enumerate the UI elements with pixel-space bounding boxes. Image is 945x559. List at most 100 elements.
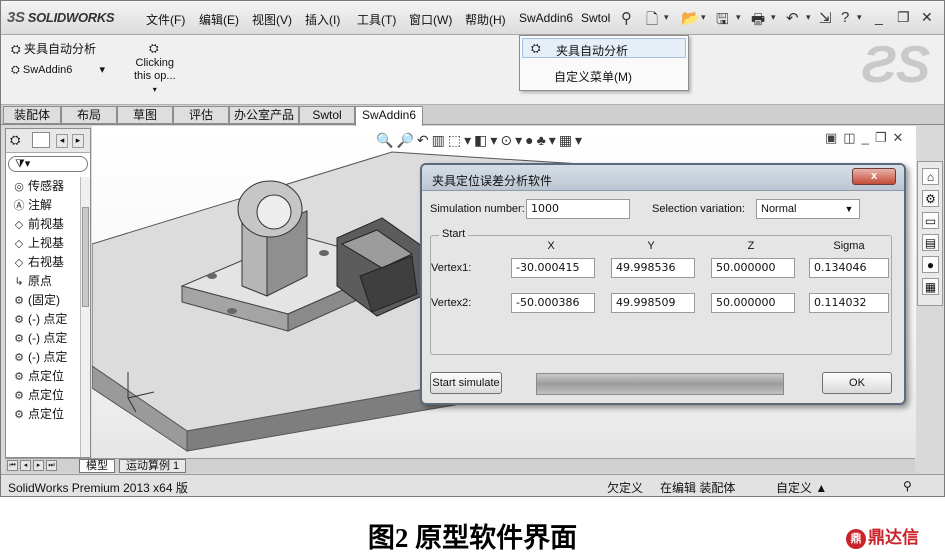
new-dropdown-icon[interactable]: ▾ xyxy=(664,12,669,23)
tree-item-origin[interactable]: ↳ 原点 xyxy=(10,272,52,291)
vertex1-y-field[interactable]: 49.998536 xyxy=(611,258,695,278)
appearances-icon[interactable]: ● xyxy=(922,256,939,273)
dialog-close-button[interactable]: x xyxy=(852,168,896,185)
tree-item-locator[interactable]: ⚙ (-) 点定 xyxy=(10,348,67,367)
ok-button[interactable]: OK xyxy=(822,372,892,394)
print-icon[interactable]: 🖶 xyxy=(751,9,765,34)
vertex2-y-field[interactable]: 49.998509 xyxy=(611,293,695,313)
menu-window[interactable]: 窗口(W) xyxy=(409,11,452,28)
last-tab-icon[interactable]: ⏭ xyxy=(46,460,57,471)
home-icon[interactable]: ⌂ xyxy=(922,168,939,185)
tree-item-label: 点定位 xyxy=(28,388,65,402)
menu-tools[interactable]: 工具(T) xyxy=(357,11,396,28)
open-icon[interactable]: 📂 xyxy=(681,9,700,27)
menu-edit[interactable]: 编辑(E) xyxy=(199,11,239,28)
tab-swaddin6[interactable]: SwAddin6 xyxy=(355,106,423,126)
menu-help[interactable]: 帮助(H) xyxy=(465,11,506,28)
tree-item-front-plane[interactable]: ◇ 前视基 xyxy=(10,215,64,234)
vertex2-x-field[interactable]: -50.000386 xyxy=(511,293,595,313)
property-tab-icon[interactable] xyxy=(32,132,50,148)
fixture-analysis-command[interactable]: ⛭ 夹具自动分析 xyxy=(11,40,96,57)
status-underdefined: 欠定义 xyxy=(607,481,644,495)
minimize-icon[interactable]: _ xyxy=(875,9,883,25)
fixture-icon: ⛭ xyxy=(11,42,21,56)
restore-icon[interactable]: ❐ xyxy=(897,9,910,26)
vertex1-x-field[interactable]: -30.000415 xyxy=(511,258,595,278)
menu-swaddin6[interactable]: SwAddin6 xyxy=(519,11,573,25)
vertex1-sigma-field[interactable]: 0.134046 xyxy=(809,258,889,278)
feature-tree-tab-icon[interactable]: ⛭ xyxy=(10,132,20,148)
menu-item-fixture-analysis[interactable]: ⛭ 夹具自动分析 xyxy=(522,38,686,58)
tree-item-locator[interactable]: ⚙ 点定位 xyxy=(10,367,64,386)
tree-scrollbar-thumb[interactable] xyxy=(82,207,89,307)
next-tab-icon[interactable]: ▸ xyxy=(33,460,44,471)
tree-item-locator[interactable]: ⚙ 点定位 xyxy=(10,386,64,405)
tree-item-locator[interactable]: ⚙ (-) 点定 xyxy=(10,329,67,348)
start-simulate-button[interactable]: Start simulate xyxy=(430,372,502,394)
vertex1-z-field[interactable]: 50.000000 xyxy=(711,258,795,278)
first-tab-icon[interactable]: ⏮ xyxy=(7,460,18,471)
tab-model[interactable]: 模型 xyxy=(79,459,115,473)
scroll-left-icon[interactable]: ◂ xyxy=(56,134,68,148)
tree-item-right-plane[interactable]: ◇ 右视基 xyxy=(10,253,64,272)
hole xyxy=(207,273,217,279)
help-icon[interactable]: ? xyxy=(841,9,849,26)
simulation-number-field[interactable]: 1000 xyxy=(526,199,630,219)
view-palette-icon[interactable]: ▤ xyxy=(922,234,939,251)
undo-icon[interactable]: ↶ xyxy=(786,9,799,27)
swaddin6-dropdown-menu: ⛭ 夹具自动分析 自定义菜单(M) xyxy=(519,35,689,91)
tree-item-sensors[interactable]: ◎ 传感器 xyxy=(10,177,64,196)
tab-motion-study[interactable]: 运动算例 1 xyxy=(119,459,187,473)
selection-variation-label: Selection variation: xyxy=(652,203,745,215)
save-dropdown-icon[interactable]: ▾ xyxy=(736,12,741,23)
save-icon[interactable]: 🖫 xyxy=(716,9,729,34)
tree-item-locator[interactable]: ⚙ 点定位 xyxy=(10,405,64,424)
pin-icon[interactable]: ⚲ xyxy=(621,9,632,27)
rebuild-icon[interactable]: ⚲ xyxy=(903,479,912,493)
tab-layout[interactable]: 布局 xyxy=(61,106,117,124)
menu-view[interactable]: 视图(V) xyxy=(252,11,292,28)
vertex2-sigma-field[interactable]: 0.114032 xyxy=(809,293,889,313)
undo-dropdown-icon[interactable]: ▾ xyxy=(806,12,811,23)
print-dropdown-icon[interactable]: ▾ xyxy=(771,12,776,23)
new-document-icon[interactable]: 🗋 xyxy=(646,9,658,34)
tab-evaluate[interactable]: 评估 xyxy=(173,106,229,124)
plane-icon: ◇ xyxy=(14,257,24,269)
menu-file[interactable]: 文件(F) xyxy=(146,11,185,28)
file-explorer-icon[interactable]: ▭ xyxy=(922,212,939,229)
open-dropdown-icon[interactable]: ▾ xyxy=(701,12,706,23)
help-dropdown-icon[interactable]: ▾ xyxy=(857,12,862,23)
status-editing: 在编辑 装配体 xyxy=(660,481,736,495)
tree-item-top-plane[interactable]: ◇ 上视基 xyxy=(10,234,64,253)
menu-swtol[interactable]: Swtol xyxy=(581,11,610,25)
clicking-op-button[interactable]: Clicking this op... ▾ xyxy=(134,57,176,96)
select-icon[interactable]: ⇲ xyxy=(819,9,832,27)
tab-sketch[interactable]: 草图 xyxy=(117,106,173,124)
menu-insert[interactable]: 插入(I) xyxy=(305,11,340,28)
tree-item-label: (固定) xyxy=(28,293,60,307)
status-custom-menu[interactable]: 自定义 ▲ xyxy=(776,479,827,496)
tab-assembly[interactable]: 装配体 xyxy=(3,106,61,124)
menu-item-custom-menu[interactable]: 自定义菜单(M) xyxy=(554,68,632,85)
tree-item-locator[interactable]: ⚙ (-) 点定 xyxy=(10,310,67,329)
vertex2-z-field[interactable]: 50.000000 xyxy=(711,293,795,313)
custom-properties-icon[interactable]: ▦ xyxy=(922,278,939,295)
clicking-dropdown-icon[interactable]: ▾ xyxy=(134,83,176,96)
prev-tab-icon[interactable]: ◂ xyxy=(20,460,31,471)
selection-variation-select[interactable]: Normal ▼ xyxy=(756,199,860,219)
tree-item-label: 点定位 xyxy=(28,369,65,383)
tree-scrollbar[interactable] xyxy=(80,177,90,457)
tree-item-annotations[interactable]: Ⓐ 注解 xyxy=(10,196,53,215)
close-icon[interactable]: ✕ xyxy=(921,9,933,26)
scroll-right-icon[interactable]: ▸ xyxy=(72,134,84,148)
swaddin6-command[interactable]: ⛭ SwAddin6 ▾ xyxy=(11,63,105,77)
clicking-op-icon[interactable]: ⛭ xyxy=(149,41,159,56)
filter-button[interactable]: ⧩▾ xyxy=(8,156,88,172)
clicking-line1: Clicking xyxy=(135,57,175,69)
tab-office-products[interactable]: 办公室产品 xyxy=(229,106,299,124)
tab-swtol[interactable]: Swtol xyxy=(299,106,355,124)
tree-item-fixed-part[interactable]: ⚙ (固定) xyxy=(10,291,60,310)
part-icon: ⚙ xyxy=(14,333,24,345)
design-library-icon[interactable]: ⚙ xyxy=(922,190,939,207)
part-icon: ⚙ xyxy=(14,390,24,402)
